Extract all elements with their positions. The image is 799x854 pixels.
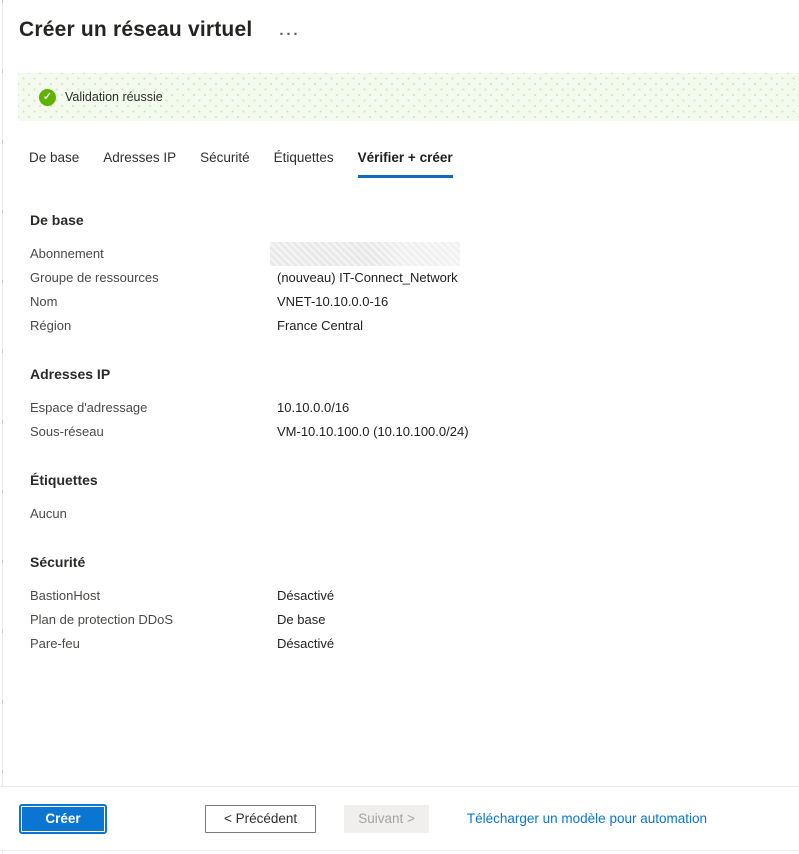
section-etiquettes: Étiquettes Aucun — [30, 472, 770, 526]
row-value — [277, 242, 460, 266]
tab-etiquettes[interactable]: Étiquettes — [274, 150, 334, 178]
create-virtual-network-blade: Créer un réseau virtuel ··· ✓ Validation… — [0, 0, 799, 854]
row-pare-feu: Pare-feu Désactivé — [30, 632, 770, 656]
row-value: Désactivé — [277, 584, 334, 608]
tab-de-base[interactable]: De base — [29, 150, 79, 178]
next-button[interactable]: Suivant > — [344, 805, 429, 833]
section-heading-adresses-ip: Adresses IP — [30, 366, 770, 383]
section-heading-etiquettes: Étiquettes — [30, 472, 770, 489]
previous-button[interactable]: < Précédent — [205, 805, 316, 833]
footer-bar: Créer < Précédent Suivant > Télécharger … — [0, 786, 799, 851]
section-adresses-ip: Adresses IP Espace d'adressage 10.10.0.0… — [30, 366, 770, 444]
row-label: Espace d'adressage — [30, 396, 277, 420]
row-sous-reseau: Sous-réseau VM-10.10.100.0 (10.10.100.0/… — [30, 420, 770, 444]
row-label: Abonnement — [30, 242, 277, 266]
row-label: Aucun — [30, 502, 277, 526]
row-value: Désactivé — [277, 632, 334, 656]
validation-message: Validation réussie — [65, 90, 163, 104]
row-label: Pare-feu — [30, 632, 277, 656]
row-nom: Nom VNET-10.10.0.0-16 — [30, 290, 770, 314]
row-region: Région France Central — [30, 314, 770, 338]
page-title: Créer un réseau virtuel — [19, 18, 252, 42]
row-abonnement: Abonnement — [30, 242, 770, 266]
row-label: Groupe de ressources — [30, 266, 277, 290]
panel-edge — [2, 0, 3, 854]
row-label: Sous-réseau — [30, 420, 277, 444]
tab-verifier-creer[interactable]: Vérifier + créer — [358, 150, 453, 178]
row-aucun: Aucun — [30, 502, 770, 526]
tab-bar: De base Adresses IP Sécurité Étiquettes … — [29, 150, 477, 178]
download-template-link[interactable]: Télécharger un modèle pour automation — [467, 811, 707, 826]
row-value: De base — [277, 608, 325, 632]
blade-header: Créer un réseau virtuel ··· — [19, 18, 300, 42]
more-options-icon[interactable]: ··· — [279, 27, 300, 42]
row-bastionhost: BastionHost Désactivé — [30, 584, 770, 608]
row-label: Nom — [30, 290, 277, 314]
row-value: France Central — [277, 314, 363, 338]
create-button[interactable]: Créer — [21, 806, 105, 832]
row-espace-adressage: Espace d'adressage 10.10.0.0/16 — [30, 396, 770, 420]
section-heading-de-base: De base — [30, 212, 770, 229]
row-plan-protection-ddos: Plan de protection DDoS De base — [30, 608, 770, 632]
validation-banner: ✓ Validation réussie — [18, 73, 799, 121]
tab-adresses-ip[interactable]: Adresses IP — [103, 150, 176, 178]
review-summary: De base Abonnement Groupe de ressources … — [30, 212, 770, 656]
section-de-base: De base Abonnement Groupe de ressources … — [30, 212, 770, 338]
row-value: VNET-10.10.0.0-16 — [277, 290, 388, 314]
section-securite: Sécurité BastionHost Désactivé Plan de p… — [30, 554, 770, 656]
section-heading-securite: Sécurité — [30, 554, 770, 571]
tab-securite[interactable]: Sécurité — [200, 150, 250, 178]
row-label: Plan de protection DDoS — [30, 608, 277, 632]
row-label: Région — [30, 314, 277, 338]
row-groupe-de-ressources: Groupe de ressources (nouveau) IT-Connec… — [30, 266, 770, 290]
row-label: BastionHost — [30, 584, 277, 608]
redacted-subscription-value — [270, 242, 460, 266]
row-value: (nouveau) IT-Connect_Network — [277, 266, 458, 290]
row-value: VM-10.10.100.0 (10.10.100.0/24) — [277, 420, 469, 444]
row-value: 10.10.0.0/16 — [277, 396, 349, 420]
success-check-icon: ✓ — [39, 89, 56, 106]
